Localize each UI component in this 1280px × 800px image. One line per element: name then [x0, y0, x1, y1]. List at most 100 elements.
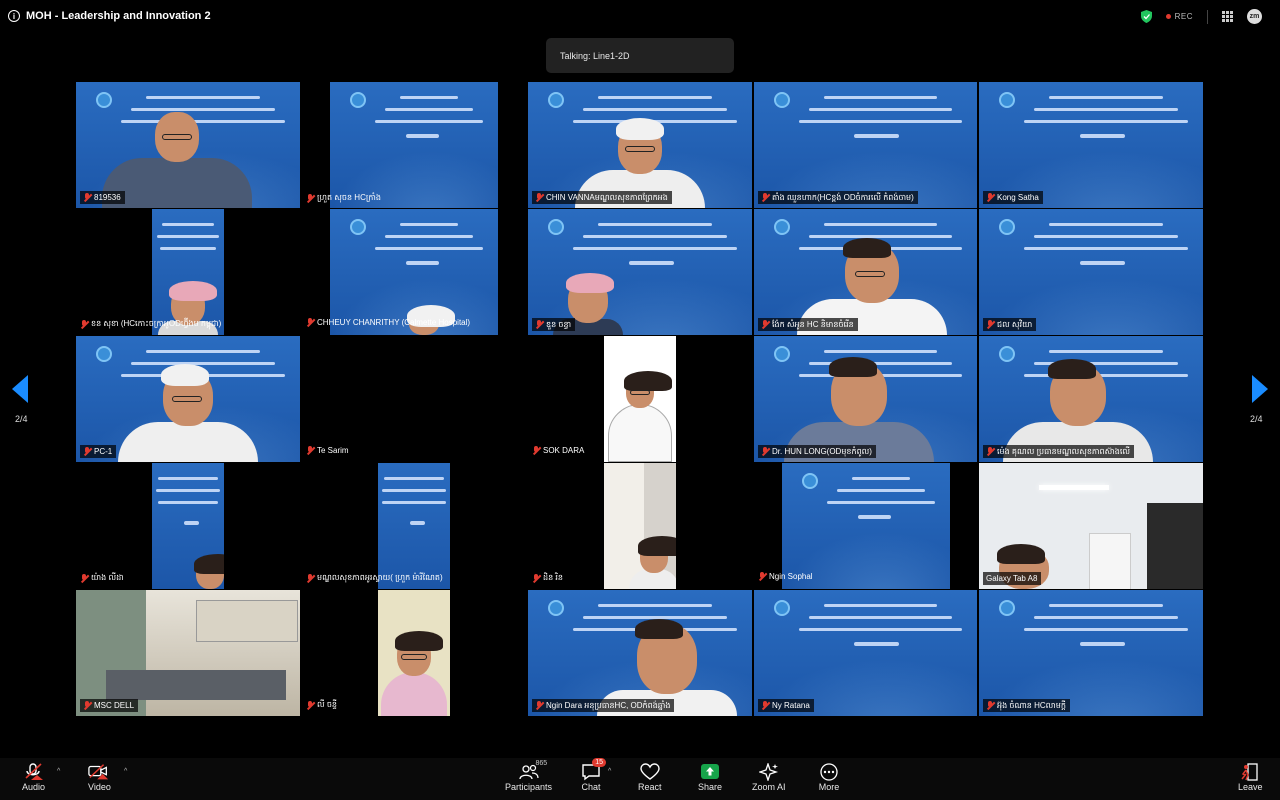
video-tile[interactable]: ម៉េង គុណល ប្រធានមណ្ឌលសុខភាពស៊ាងលើ: [979, 336, 1203, 462]
video-tile[interactable]: [152, 463, 224, 589]
video-tile[interactable]: ឌួន ចន្ធា: [528, 209, 752, 335]
participant-label: Ngin Sophal: [758, 572, 813, 581]
heart-icon: [640, 763, 660, 780]
participant-label: Galaxy Tab A8: [983, 572, 1042, 585]
chat-options-caret-icon[interactable]: ^: [608, 768, 611, 775]
muted-mic-icon: [306, 700, 314, 710]
react-button[interactable]: React: [638, 762, 662, 792]
muted-mic-icon: [306, 446, 314, 455]
video-tile[interactable]: [152, 209, 224, 335]
participant-label: SOK DARA: [532, 446, 584, 455]
share-button[interactable]: Share: [698, 762, 722, 792]
participant-label: មណ្ឌលសុខភាពអូរស្វាយ( ហ្រួក ម៉ារីណែត): [306, 572, 443, 584]
participant-label: CHHEUY CHANRITHY (Calmette Hospital): [306, 318, 470, 327]
muted-mic-icon: [761, 447, 769, 456]
muted-mic-icon: [535, 193, 543, 202]
participant-label: CHIN VANNAមណ្ឌលសុខភាពព្រែកអង: [532, 191, 672, 204]
video-tile[interactable]: [330, 209, 498, 335]
muted-mic-icon: [986, 701, 994, 710]
participant-label: យ៉ាង លីដា: [80, 572, 124, 584]
meeting-toolbar: Audio ^ Video ^ 865 Participants 15 Chat…: [0, 758, 1280, 800]
muted-mic-icon: [532, 573, 540, 583]
video-tile[interactable]: [782, 463, 950, 589]
muted-mic-icon: [306, 318, 314, 327]
video-tile[interactable]: អ៊ុង ចំណាន HCលាមក្តី: [979, 590, 1203, 716]
previous-page-arrow-icon[interactable]: [12, 375, 30, 403]
leave-button[interactable]: Leave: [1238, 762, 1263, 792]
stopped-video-icon: [88, 764, 109, 780]
participant-label: ដិន រិន: [532, 572, 563, 584]
participant-label: ជល សុវិយា: [983, 318, 1037, 331]
audio-button[interactable]: Audio: [22, 762, 45, 792]
chat-unread-badge: 15: [592, 758, 606, 767]
muted-mic-icon: [758, 572, 766, 581]
video-tile[interactable]: [604, 336, 676, 462]
muted-microphone-icon: [24, 763, 43, 780]
participant-label: Te Sarim: [306, 446, 349, 455]
muted-mic-icon: [986, 320, 994, 329]
video-tile[interactable]: [378, 590, 450, 716]
participant-label: Ngin Dara អនុប្រធានHC, ODកំពង់ឆ្នាំង: [532, 699, 675, 712]
chat-button[interactable]: 15 Chat: [580, 758, 606, 792]
info-icon[interactable]: i: [8, 10, 20, 22]
video-tile[interactable]: Ngin Dara អនុប្រធានHC, ODកំពង់ឆ្នាំង: [528, 590, 752, 716]
video-tile[interactable]: PC-1: [76, 336, 300, 462]
participant-label: ម៉េង គុណល ប្រធានមណ្ឌលសុខភាពស៊ាងលើ: [983, 445, 1134, 458]
muted-mic-icon: [986, 447, 994, 456]
participant-label: តាំង ឈួនហាក(HCខ្ពង់ OD​ចំការលើ កំពង់ចាម): [758, 191, 918, 204]
participant-label: ហ្រួត សុចន HCក្រាំង: [306, 192, 381, 204]
meeting-title-group[interactable]: i MOH - Leadership and Innovation 2: [8, 10, 211, 22]
record-dot-icon: [1165, 14, 1171, 19]
participant-label: អ៊ុង ចំណាន HCលាមក្តី: [983, 699, 1070, 712]
video-tile[interactable]: Dr. HUN LONG(ODមុខកំពូល): [754, 336, 977, 462]
video-tile[interactable]: ជល សុវិយា: [979, 209, 1203, 335]
user-avatar[interactable]: zm: [1247, 9, 1262, 24]
video-tile[interactable]: Ny Ratana: [754, 590, 977, 716]
video-tile[interactable]: CHIN VANNAមណ្ឌលសុខភាពព្រែកអង: [528, 82, 752, 208]
muted-mic-icon: [761, 701, 769, 710]
more-dots-icon: [820, 763, 838, 781]
divider: [1207, 9, 1208, 24]
rec-label: REC: [1174, 12, 1193, 21]
video-tile[interactable]: MSC DELL: [76, 590, 300, 716]
encryption-shield-icon[interactable]: [1140, 10, 1152, 23]
video-tile[interactable]: 819536: [76, 82, 300, 208]
video-tile[interactable]: Kong Satha: [979, 82, 1203, 208]
page-indicator-left: 2/4: [15, 414, 28, 424]
page-indicator-right: 2/4: [1250, 414, 1263, 424]
video-tile[interactable]: [330, 82, 498, 208]
video-tile[interactable]: [604, 463, 676, 589]
muted-mic-icon: [532, 446, 540, 455]
muted-mic-icon: [80, 573, 88, 583]
next-page-arrow-icon[interactable]: [1250, 375, 1268, 403]
muted-mic-icon: [83, 701, 91, 710]
participant-label: Kong Satha: [983, 191, 1043, 204]
video-tile[interactable]: [378, 463, 450, 589]
participant-label: 819536: [80, 191, 125, 204]
video-tile[interactable]: Galaxy Tab A8: [979, 463, 1203, 589]
recording-indicator[interactable]: REC: [1165, 12, 1193, 21]
gallery-view-icon[interactable]: [1222, 11, 1233, 22]
talking-indicator: Talking: Line1-2D: [546, 38, 734, 73]
muted-mic-icon: [761, 193, 769, 202]
video-button[interactable]: Video: [88, 762, 111, 792]
zoom-ai-button[interactable]: Zoom AI: [752, 762, 786, 792]
participants-count: 865: [535, 760, 548, 767]
video-tile[interactable]: ង៉ែក សំអូន HC និមានចំរើន: [754, 209, 977, 335]
audio-options-caret-icon[interactable]: ^: [57, 768, 60, 775]
participant-label: PC-1: [80, 445, 117, 458]
muted-mic-icon: [535, 320, 543, 329]
participant-label: លី ចន្ទី: [306, 699, 337, 711]
video-tile[interactable]: តាំង ឈួនហាក(HCខ្ពង់ OD​ចំការលើ កំពង់ចាម): [754, 82, 977, 208]
muted-mic-icon: [306, 193, 314, 203]
participants-button[interactable]: 865 Participants: [505, 760, 552, 792]
top-bar: i MOH - Leadership and Innovation 2 REC …: [0, 0, 1280, 36]
video-options-caret-icon[interactable]: ^: [124, 768, 127, 775]
muted-mic-icon: [535, 701, 543, 710]
muted-mic-icon: [761, 320, 769, 329]
participant-label: ង៉ែក សំអូន HC និមានចំរើន: [758, 318, 858, 331]
participant-label: Ny Ratana: [758, 699, 814, 712]
muted-mic-icon: [986, 193, 994, 202]
more-button[interactable]: More: [818, 762, 840, 792]
muted-mic-icon: [83, 193, 91, 202]
